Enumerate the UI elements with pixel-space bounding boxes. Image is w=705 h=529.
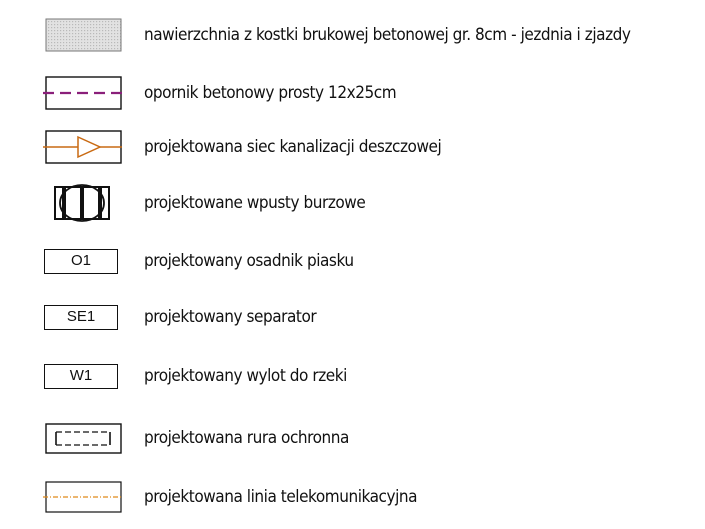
curb-dashed-line-icon xyxy=(42,73,122,113)
legend-row-protective-pipe: projektowana rura ochronna xyxy=(0,418,705,458)
legend-row-paving: nawierzchnia z kostki brukowej betonowej… xyxy=(0,15,705,55)
legend-label: projektowany wylot do rzeki xyxy=(144,366,347,386)
drawing-legend: nawierzchnia z kostki brukowej betonowej… xyxy=(0,0,705,529)
legend-label: projektowane wpusty burzowe xyxy=(144,193,366,213)
legend-label: projektowana rura ochronna xyxy=(144,428,349,448)
legend-row-outlet: W1 projektowany wylot do rzeki xyxy=(0,356,705,396)
legend-row-storm-inlets: projektowane wpusty burzowe xyxy=(0,183,705,223)
storm-sewer-arrow-icon xyxy=(42,127,122,167)
storm-inlet-icon xyxy=(42,183,122,223)
paving-stone-hatch-icon xyxy=(42,15,122,55)
legend-label: opornik betonowy prosty 12x25cm xyxy=(144,83,397,103)
sand-trap-box-icon: O1 xyxy=(44,249,118,274)
separator-box-icon: SE1 xyxy=(44,305,118,330)
protective-pipe-icon xyxy=(42,418,122,458)
legend-label: nawierzchnia z kostki brukowej betonowej… xyxy=(144,25,631,45)
legend-label: projektowana siec kanalizacji deszczowej xyxy=(144,137,442,157)
legend-label: projektowany separator xyxy=(144,307,317,327)
outlet-box-icon: W1 xyxy=(44,364,118,389)
legend-row-storm-sewer: projektowana siec kanalizacji deszczowej xyxy=(0,127,705,167)
legend-row-curb: opornik betonowy prosty 12x25cm xyxy=(0,73,705,113)
legend-label: projektowany osadnik piasku xyxy=(144,251,354,271)
legend-row-separator: SE1 projektowany separator xyxy=(0,297,705,337)
telecom-line-icon xyxy=(42,477,122,517)
legend-row-sand-trap: O1 projektowany osadnik piasku xyxy=(0,241,705,281)
legend-label: projektowana linia telekomunikacyjna xyxy=(144,487,418,507)
legend-row-telecom: projektowana linia telekomunikacyjna xyxy=(0,477,705,517)
